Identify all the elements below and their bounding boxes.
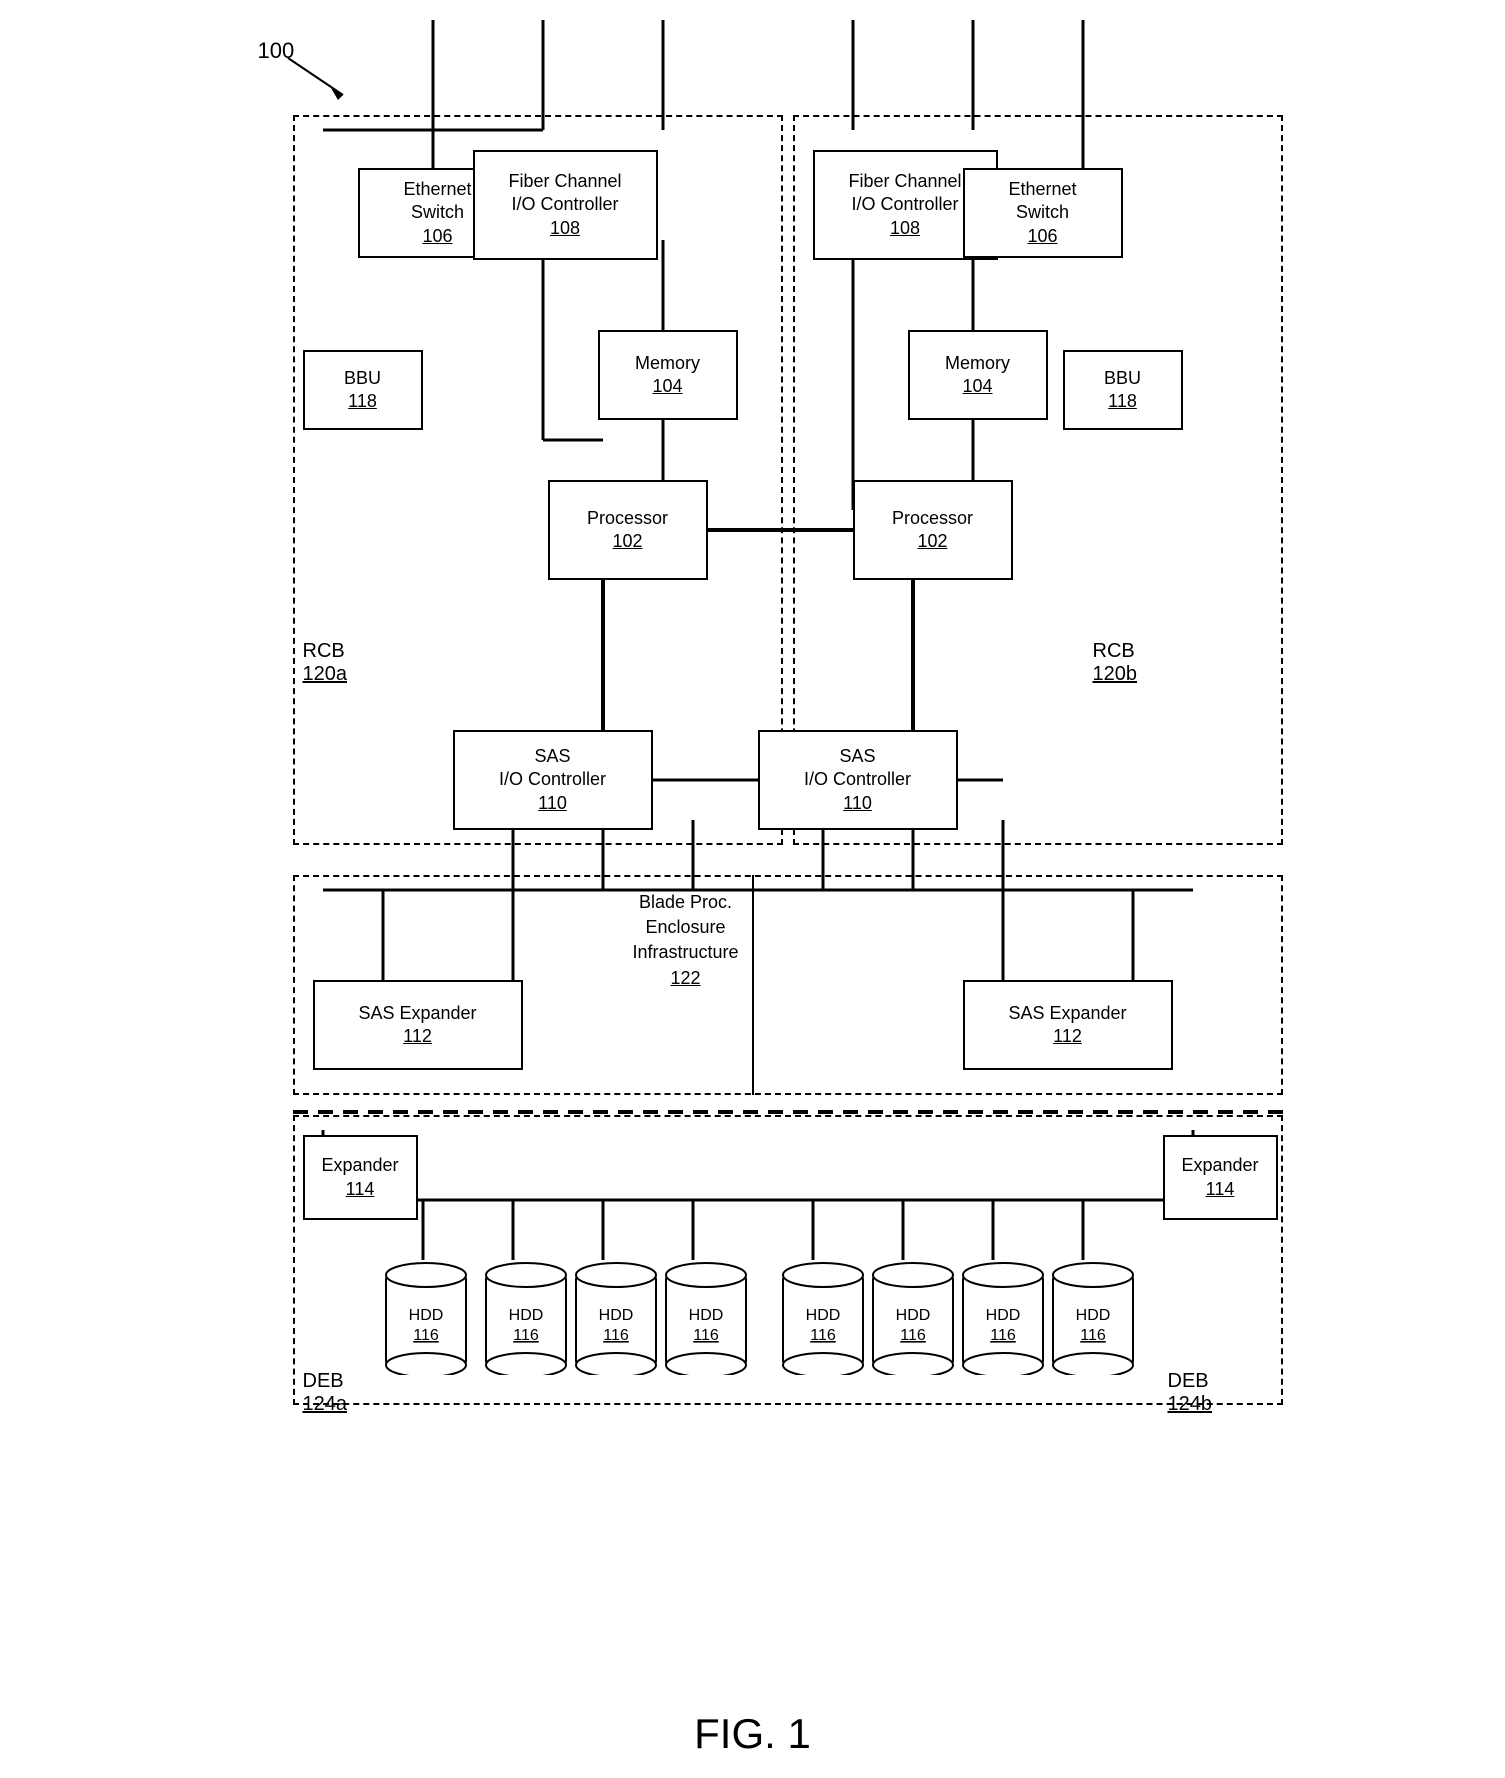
ethernet-switch-left-ref: 106 (422, 225, 452, 248)
blade-divider (752, 875, 754, 1095)
svg-text:116: 116 (513, 1327, 539, 1344)
sas-expander-left-ref: 112 (403, 1025, 432, 1048)
svg-text:HDD: HDD (985, 1307, 1020, 1324)
ref-100-number: 100 (258, 38, 295, 63)
svg-text:HDD: HDD (1075, 1307, 1110, 1324)
ethernet-switch-right-ref: 106 (1027, 225, 1057, 248)
svg-text:116: 116 (990, 1327, 1016, 1344)
expander-left-ref: 114 (346, 1178, 375, 1201)
fiber-channel-right-ref: 108 (890, 217, 920, 240)
svg-text:116: 116 (603, 1327, 629, 1344)
dashed-divider (293, 1110, 1283, 1114)
sas-expander-right-ref: 112 (1053, 1025, 1082, 1048)
svg-text:116: 116 (1080, 1327, 1106, 1344)
hdd-7: HDD 116 (958, 1260, 1048, 1375)
memory-left-ref: 104 (652, 375, 682, 398)
svg-text:116: 116 (900, 1327, 926, 1344)
bbu-left-ref: 118 (348, 390, 377, 413)
memory-left: Memory 104 (598, 330, 738, 420)
hdd-4: HDD 116 (661, 1260, 751, 1375)
svg-text:HDD: HDD (408, 1307, 443, 1324)
sas-io-left-ref: 110 (538, 792, 567, 815)
expander-right: Expander 114 (1163, 1135, 1278, 1220)
hdd-5: HDD 116 (778, 1260, 868, 1375)
blade-proc-label: Blade Proc. Enclosure Infrastructure 122 (633, 890, 739, 991)
bbu-right: BBU 118 (1063, 350, 1183, 430)
hdd-6: HDD 116 (868, 1260, 958, 1375)
sas-io-right: SASI/O Controller 110 (758, 730, 958, 830)
ref-100-label: 100 (258, 38, 295, 64)
figure-label: FIG. 1 (694, 1710, 811, 1758)
processor-right: Processor 102 (853, 480, 1013, 580)
sas-expander-right: SAS Expander 112 (963, 980, 1173, 1070)
hdd-8: HDD 116 (1048, 1260, 1138, 1375)
svg-text:116: 116 (810, 1327, 836, 1344)
svg-text:HDD: HDD (508, 1307, 543, 1324)
hdd-1: HDD 116 (381, 1260, 471, 1375)
svg-text:HDD: HDD (895, 1307, 930, 1324)
hdd-3: HDD 116 (571, 1260, 661, 1375)
expander-right-ref: 114 (1206, 1178, 1235, 1201)
memory-right-ref: 104 (962, 375, 992, 398)
expander-left: Expander 114 (303, 1135, 418, 1220)
sas-io-right-ref: 110 (843, 792, 872, 815)
bbu-right-ref: 118 (1108, 390, 1137, 413)
sas-io-left: SASI/O Controller 110 (453, 730, 653, 830)
rcb-right-label: RCB 120b (1093, 640, 1138, 686)
svg-text:116: 116 (693, 1327, 719, 1344)
processor-right-ref: 102 (917, 530, 947, 553)
bbu-left: BBU 118 (303, 350, 423, 430)
rcb-left-label: RCB 120a (303, 640, 348, 686)
hdd-2: HDD 116 (481, 1260, 571, 1375)
svg-text:116: 116 (413, 1327, 439, 1344)
svg-text:HDD: HDD (688, 1307, 723, 1324)
deb-right-label: DEB 124b (1168, 1370, 1213, 1416)
fiber-channel-left: Fiber ChannelI/O Controller 108 (473, 150, 658, 260)
svg-text:HDD: HDD (598, 1307, 633, 1324)
sas-expander-left: SAS Expander 112 (313, 980, 523, 1070)
processor-left-ref: 102 (612, 530, 642, 553)
deb-left-label: DEB 124a (303, 1370, 348, 1416)
svg-text:HDD: HDD (805, 1307, 840, 1324)
fiber-channel-left-ref: 108 (550, 217, 580, 240)
processor-left: Processor 102 (548, 480, 708, 580)
ethernet-switch-right: EthernetSwitch 106 (963, 168, 1123, 258)
memory-right: Memory 104 (908, 330, 1048, 420)
